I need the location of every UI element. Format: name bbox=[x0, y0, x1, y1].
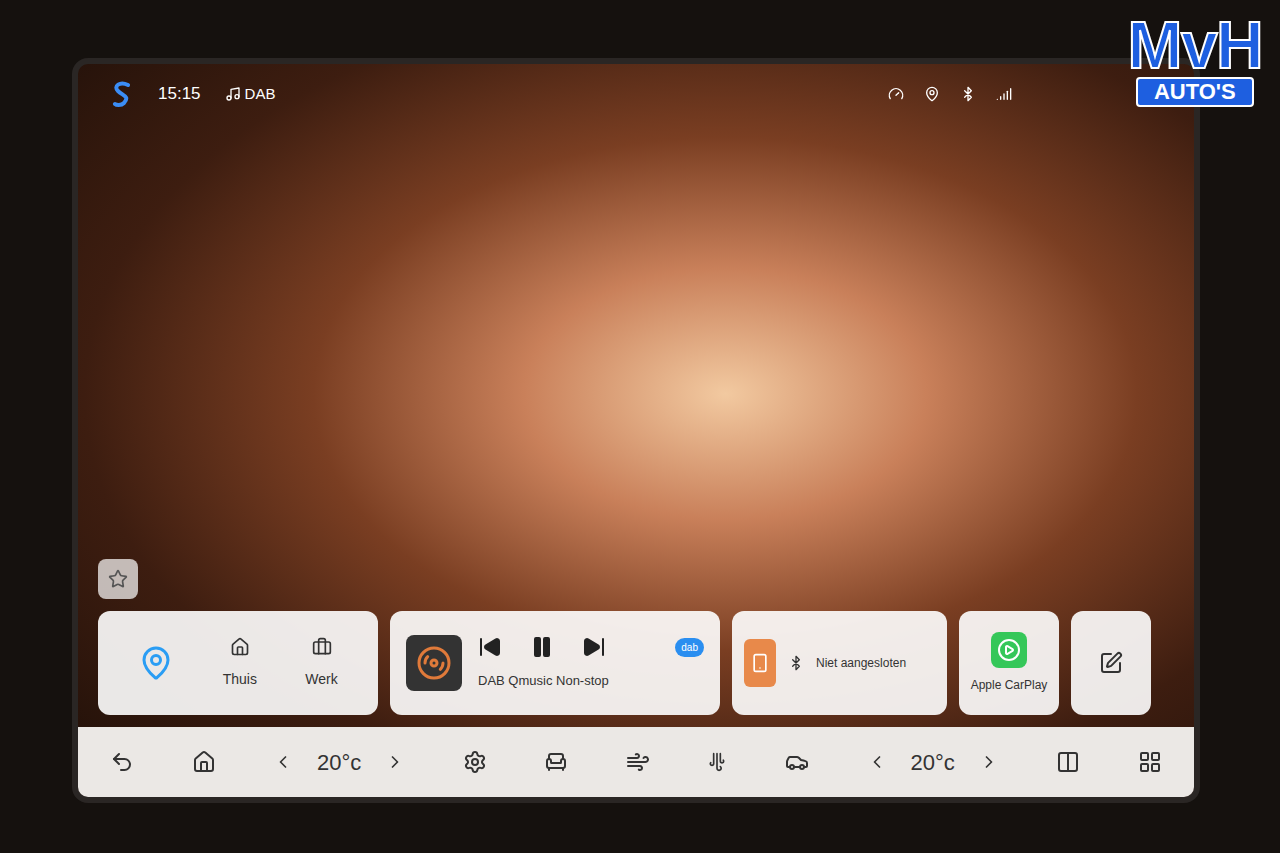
edit-icon bbox=[1099, 651, 1123, 675]
home-icon bbox=[230, 637, 250, 657]
car-icon[interactable] bbox=[785, 750, 809, 774]
star-icon bbox=[108, 569, 128, 589]
clock: 15:15 bbox=[158, 81, 201, 107]
airflow-icon[interactable] bbox=[626, 750, 650, 774]
nav-shortcut[interactable]: Thuis bbox=[223, 637, 257, 690]
carplay-card[interactable]: Apple CarPlay bbox=[959, 611, 1059, 715]
status-icons bbox=[888, 86, 1012, 102]
map-pin-icon bbox=[138, 645, 174, 681]
carplay-icon bbox=[991, 632, 1027, 668]
edit-button[interactable] bbox=[1071, 611, 1151, 715]
previous-icon[interactable] bbox=[478, 635, 502, 659]
bottom-bar: 20°c 20°c bbox=[78, 727, 1194, 797]
briefcase-icon bbox=[312, 637, 332, 657]
speed-icon bbox=[888, 86, 904, 102]
station-name: DAB Qmusic Non-stop bbox=[478, 671, 704, 691]
passenger-temperature: 20°c bbox=[867, 746, 999, 779]
music-icon bbox=[225, 86, 241, 102]
media-card[interactable]: dab DAB Qmusic Non-stop bbox=[390, 611, 720, 715]
split-screen-icon[interactable] bbox=[1056, 750, 1080, 774]
navigation-card[interactable]: Thuis Werk bbox=[98, 611, 378, 715]
increase-icon[interactable] bbox=[979, 752, 999, 772]
screen: 15:15 DAB Thuis Werk dab DAB Qmusic Non-stop N… bbox=[72, 58, 1200, 803]
signal-icon bbox=[996, 86, 1012, 102]
favorites-button[interactable] bbox=[98, 559, 138, 599]
audio-source: DAB bbox=[245, 83, 276, 106]
seat-fan-icon[interactable] bbox=[544, 750, 568, 774]
location-icon bbox=[924, 86, 940, 102]
decrease-icon[interactable] bbox=[867, 752, 887, 772]
bluetooth-status: Niet aangesloten bbox=[816, 654, 906, 672]
carplay-label: Apple CarPlay bbox=[971, 676, 1048, 694]
settings-icon[interactable] bbox=[463, 750, 487, 774]
next-icon[interactable] bbox=[582, 635, 606, 659]
decrease-icon[interactable] bbox=[273, 752, 293, 772]
increase-icon[interactable] bbox=[385, 752, 405, 772]
back-icon[interactable] bbox=[110, 750, 134, 774]
wallpaper-area bbox=[78, 124, 1194, 559]
widget-row: Thuis Werk dab DAB Qmusic Non-stop Niet aang… bbox=[78, 559, 1194, 727]
status-bar: 15:15 DAB bbox=[78, 64, 1194, 124]
dealer-logo: MvHAUTO'S bbox=[1128, 14, 1262, 107]
nav-shortcut[interactable]: Werk bbox=[305, 637, 337, 690]
temperature: 20°c bbox=[911, 746, 955, 779]
source-badge[interactable]: dab bbox=[675, 638, 704, 657]
pause-icon[interactable] bbox=[530, 635, 554, 659]
phone-icon bbox=[744, 639, 776, 687]
bluetooth-icon bbox=[960, 86, 976, 102]
home-icon[interactable] bbox=[192, 750, 216, 774]
bluetooth-icon bbox=[788, 655, 804, 671]
album-art-icon bbox=[406, 635, 462, 691]
defrost-icon[interactable] bbox=[707, 752, 727, 772]
apps-grid-icon[interactable] bbox=[1138, 750, 1162, 774]
bluetooth-card[interactable]: Niet aangesloten bbox=[732, 611, 947, 715]
page: 15:15 DAB Thuis Werk dab DAB Qmusic Non-stop N… bbox=[0, 0, 1280, 853]
app-logo-icon bbox=[110, 80, 134, 108]
temperature: 20°c bbox=[317, 746, 361, 779]
driver-temperature: 20°c bbox=[273, 746, 405, 779]
